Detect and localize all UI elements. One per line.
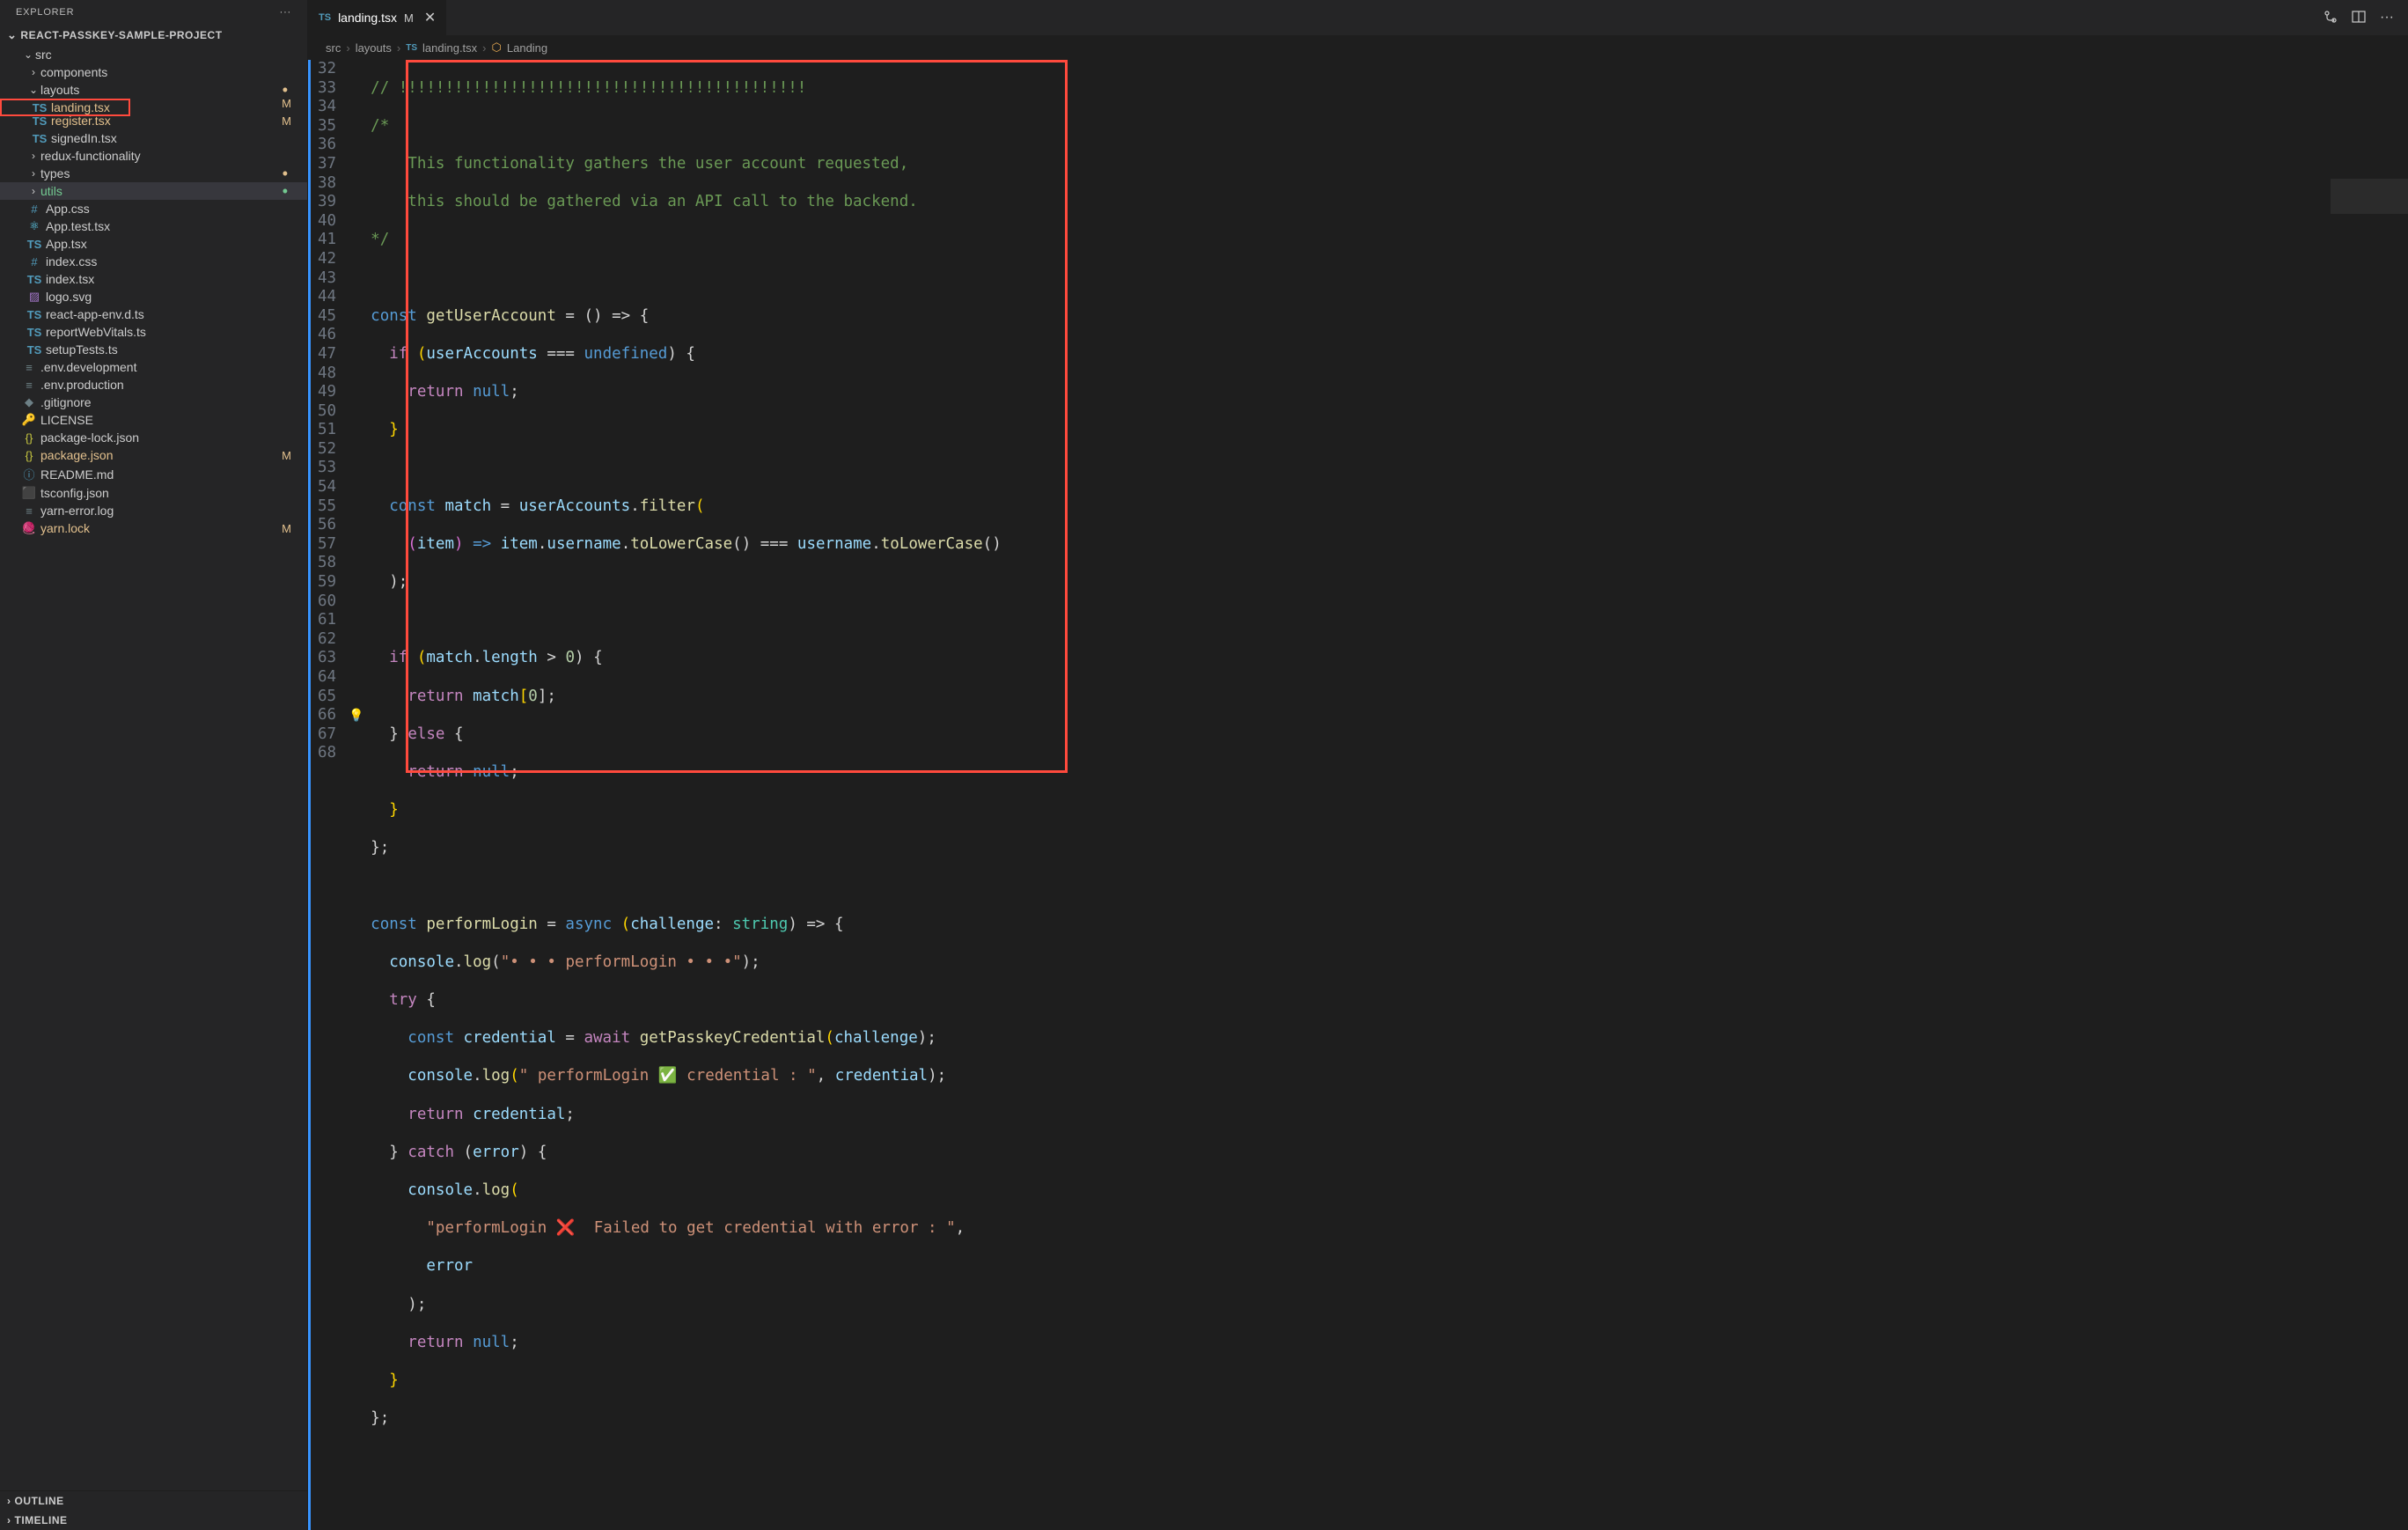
chevron-down-icon: ⌄: [7, 28, 17, 42]
chevron-down-icon: ⌄: [26, 84, 40, 96]
chevron-right-icon: ›: [7, 1495, 11, 1507]
line-numbers: 3233343536373839404142434445464748495051…: [308, 60, 352, 1530]
editor-wrap: 3233343536373839404142434445464748495051…: [308, 60, 2408, 1530]
file-license[interactable]: 🔑 LICENSE: [0, 411, 307, 429]
typescript-icon: TS: [32, 132, 48, 145]
file-register-tsx[interactable]: TS register.tsx M: [0, 112, 307, 129]
minimap-viewport[interactable]: [2331, 179, 2408, 214]
file-app-css[interactable]: # App.css: [0, 200, 307, 217]
typescript-icon: TS: [26, 343, 42, 357]
file-yarn-error[interactable]: ≡ yarn-error.log: [0, 502, 307, 519]
close-icon[interactable]: ✕: [424, 9, 436, 26]
chevron-right-icon: ›: [346, 41, 349, 55]
symbol-icon: ⬡: [492, 40, 502, 55]
chevron-right-icon: ›: [397, 41, 400, 55]
tab-actions: ···: [2324, 10, 2408, 26]
log-icon: ≡: [21, 504, 37, 518]
folder-components[interactable]: › components: [0, 63, 307, 81]
chevron-down-icon: ⌄: [21, 48, 35, 61]
file-reportwebvitals[interactable]: TS reportWebVitals.ts: [0, 323, 307, 341]
chevron-right-icon: ›: [26, 167, 40, 180]
folder-layouts[interactable]: ⌄ layouts •: [0, 81, 307, 99]
explorer-sidebar: EXPLORER ··· ⌄ REACT-PASSKEY-SAMPLE-PROJ…: [0, 0, 308, 1530]
lightbulb-icon[interactable]: 💡: [349, 707, 363, 726]
sidebar-bottom: › OUTLINE › TIMELINE: [0, 1490, 307, 1530]
typescript-icon: TS: [406, 43, 417, 53]
typescript-icon: TS: [26, 238, 42, 251]
modified-dot-icon: •: [283, 85, 300, 95]
modified-dot-icon: •: [283, 168, 300, 179]
file-app-tsx[interactable]: TS App.tsx: [0, 235, 307, 253]
folder-src[interactable]: ⌄ src: [0, 46, 307, 63]
chevron-right-icon: ›: [482, 41, 486, 55]
file-app-test-tsx[interactable]: ⚛ App.test.tsx: [0, 217, 307, 235]
compare-icon[interactable]: [2324, 10, 2338, 26]
folder-redux[interactable]: › redux-functionality: [0, 147, 307, 165]
env-icon: ≡: [21, 379, 37, 392]
explorer-more-icon[interactable]: ···: [280, 7, 291, 18]
file-tsconfig[interactable]: ⬛ tsconfig.json: [0, 484, 307, 502]
editor-main: TS landing.tsx M ✕ ··· src › layouts › T…: [308, 0, 2408, 1530]
tsconfig-icon: ⬛: [21, 486, 37, 500]
timeline-section[interactable]: › TIMELINE: [0, 1511, 307, 1530]
tab-landing-tsx[interactable]: TS landing.tsx M ✕: [308, 0, 447, 35]
file-signedin-tsx[interactable]: TS signedIn.tsx: [0, 129, 307, 147]
explorer-title: EXPLORER: [16, 7, 74, 18]
minimap[interactable]: [2331, 60, 2408, 1530]
more-icon[interactable]: ···: [2380, 10, 2394, 26]
project-header[interactable]: ⌄ REACT-PASSKEY-SAMPLE-PROJECT: [0, 25, 307, 46]
file-gitignore[interactable]: ◆ .gitignore: [0, 394, 307, 411]
folder-utils[interactable]: › utils •: [0, 182, 307, 200]
typescript-icon: TS: [319, 12, 331, 23]
outline-section[interactable]: › OUTLINE: [0, 1491, 307, 1511]
git-icon: ◆: [21, 395, 37, 409]
file-env-prod[interactable]: ≡ .env.production: [0, 376, 307, 394]
chevron-right-icon: ›: [26, 66, 40, 78]
untracked-dot-icon: •: [283, 186, 300, 196]
file-logo-svg[interactable]: ▨ logo.svg: [0, 288, 307, 305]
folder-types[interactable]: › types •: [0, 165, 307, 182]
code-editor[interactable]: 3233343536373839404142434445464748495051…: [308, 60, 2331, 1530]
yarn-icon: 🧶: [21, 521, 37, 535]
typescript-icon: TS: [26, 326, 42, 339]
chevron-right-icon: ›: [7, 1514, 11, 1526]
file-index-css[interactable]: # index.css: [0, 253, 307, 270]
explorer-header: EXPLORER ···: [0, 0, 307, 25]
key-icon: 🔑: [21, 413, 37, 427]
react-icon: ⚛: [26, 219, 42, 233]
code-content[interactable]: // !!!!!!!!!!!!!!!!!!!!!!!!!!!!!!!!!!!!!…: [352, 60, 2331, 1530]
typescript-icon: TS: [26, 308, 42, 321]
split-editor-icon[interactable]: [2352, 10, 2366, 26]
env-icon: ≡: [21, 361, 37, 374]
css-icon: #: [26, 202, 42, 216]
css-icon: #: [26, 255, 42, 268]
file-readme[interactable]: ⓘ README.md: [0, 464, 307, 484]
typescript-icon: TS: [32, 114, 48, 128]
file-yarn-lock[interactable]: 🧶 yarn.lock M: [0, 519, 307, 537]
file-react-env[interactable]: TS react-app-env.d.ts: [0, 305, 307, 323]
file-tree: ⌄ src › components ⌄ layouts • TS landin…: [0, 46, 307, 1490]
project-name: REACT-PASSKEY-SAMPLE-PROJECT: [20, 29, 222, 41]
json-icon: {}: [21, 449, 37, 462]
file-setuptests[interactable]: TS setupTests.ts: [0, 341, 307, 358]
json-icon: {}: [21, 431, 37, 445]
file-package-json[interactable]: {} package.json M: [0, 446, 307, 464]
chevron-right-icon: ›: [26, 185, 40, 197]
file-package-lock[interactable]: {} package-lock.json: [0, 429, 307, 446]
info-icon: ⓘ: [21, 466, 37, 482]
typescript-icon: TS: [26, 273, 42, 286]
svg-icon: ▨: [26, 290, 42, 304]
file-env-dev[interactable]: ≡ .env.development: [0, 358, 307, 376]
file-index-tsx[interactable]: TS index.tsx: [0, 270, 307, 288]
breadcrumb[interactable]: src › layouts › TS landing.tsx › ⬡ Landi…: [308, 35, 2408, 60]
tab-bar: TS landing.tsx M ✕ ···: [308, 0, 2408, 35]
chevron-right-icon: ›: [26, 150, 40, 162]
